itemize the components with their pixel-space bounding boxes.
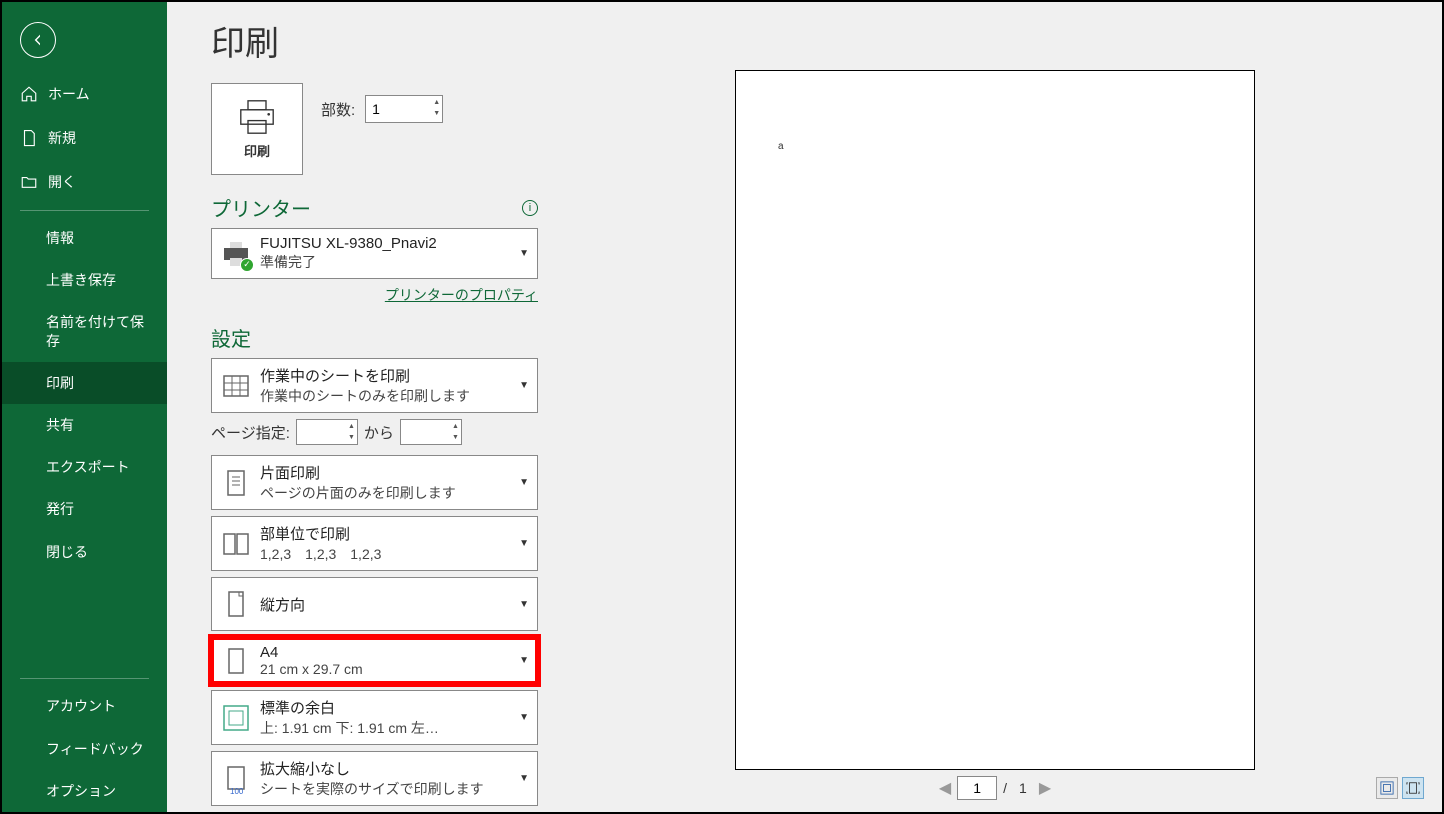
- settings-section-title: 設定: [211, 323, 251, 352]
- chevron-down-icon: ▼: [519, 248, 529, 259]
- print-button[interactable]: 印刷: [211, 83, 303, 175]
- sidebar-item-options[interactable]: オプション: [2, 770, 167, 812]
- zoom-page-icon: [1406, 781, 1420, 795]
- spinner-down-icon[interactable]: ▼: [348, 432, 355, 443]
- sidebar-divider: [20, 210, 149, 211]
- spinner-up-icon[interactable]: ▲: [348, 421, 355, 432]
- home-icon: [20, 85, 38, 103]
- copies-spinner[interactable]: ▲▼: [365, 95, 443, 123]
- sidebar-item-label: ホーム: [48, 84, 90, 104]
- back-arrow-icon: [30, 32, 46, 48]
- printer-dropdown[interactable]: FUJITSU XL-9380_Pnavi2 準備完了 ▼: [211, 228, 538, 279]
- page-range-label: ページ指定:: [211, 422, 290, 443]
- scaling-dropdown[interactable]: 100 拡大縮小なし シートを実際のサイズで印刷します ▼: [211, 751, 538, 806]
- copies-label: 部数:: [321, 99, 355, 120]
- page-range-separator: から: [364, 422, 394, 443]
- sidebar-item-feedback[interactable]: フィードバック: [2, 728, 167, 770]
- margins-dropdown[interactable]: 標準の余白 上: 1.91 cm 下: 1.91 cm 左… ▼: [211, 690, 538, 745]
- sidebar-item-new[interactable]: 新規: [2, 116, 167, 160]
- zoom-to-page-button[interactable]: [1402, 777, 1424, 799]
- chevron-down-icon: ▼: [519, 538, 529, 549]
- sidebar-item-label: 開く: [48, 172, 76, 192]
- sidebar-item-info[interactable]: 情報: [2, 217, 167, 259]
- page-from-spinner[interactable]: ▲▼: [296, 419, 358, 445]
- chevron-down-icon: ▼: [519, 655, 529, 666]
- printer-section-title: プリンター: [211, 193, 311, 222]
- sidebar-item-label: 新規: [48, 128, 76, 148]
- print-settings-panel: 印刷 印刷 部数: ▲▼: [167, 2, 562, 812]
- chevron-down-icon: ▼: [519, 477, 529, 488]
- spinner-up-icon[interactable]: ▲: [433, 97, 440, 108]
- copies-input[interactable]: [366, 101, 426, 117]
- printer-icon: [235, 99, 279, 135]
- svg-text:100: 100: [230, 787, 244, 795]
- sidebar-divider: [20, 678, 149, 679]
- margins-icon: [220, 702, 252, 734]
- chevron-down-icon: ▼: [519, 773, 529, 784]
- sidebar-item-save[interactable]: 上書き保存: [2, 259, 167, 301]
- printer-name: FUJITSU XL-9380_Pnavi2: [260, 235, 515, 252]
- print-button-label: 印刷: [244, 141, 270, 160]
- next-page-button[interactable]: ▶: [1033, 778, 1057, 798]
- backstage-sidebar: ホーム 新規 開く 情報 上書き保存 名前を付けて保存 印刷 共有 エクスポート…: [2, 2, 167, 812]
- collation-dropdown[interactable]: 部単位で印刷 1,2,3 1,2,3 1,2,3 ▼: [211, 516, 538, 571]
- sidebar-item-close[interactable]: 閉じる: [2, 531, 167, 573]
- info-icon[interactable]: i: [522, 200, 538, 216]
- chevron-down-icon: ▼: [519, 712, 529, 723]
- portrait-icon: [220, 588, 252, 620]
- sidebar-item-share[interactable]: 共有: [2, 404, 167, 446]
- one-sided-icon: [220, 467, 252, 499]
- sidebar-item-open[interactable]: 開く: [2, 160, 167, 204]
- show-margins-button[interactable]: [1376, 777, 1398, 799]
- sidebar-item-print[interactable]: 印刷: [2, 362, 167, 404]
- paper-icon: [220, 645, 252, 677]
- sidebar-item-account[interactable]: アカウント: [2, 685, 167, 727]
- open-folder-icon: [20, 173, 38, 191]
- spinner-down-icon[interactable]: ▼: [433, 108, 440, 119]
- page-separator: /: [997, 780, 1013, 796]
- margins-tool-icon: [1380, 781, 1394, 795]
- page-to-spinner[interactable]: ▲▼: [400, 419, 462, 445]
- chevron-down-icon: ▼: [519, 380, 529, 391]
- printer-properties-link[interactable]: プリンターのプロパティ: [385, 287, 538, 303]
- preview-page: a: [735, 70, 1255, 770]
- sheets-icon: [220, 370, 252, 402]
- chevron-down-icon: ▼: [519, 599, 529, 610]
- back-button[interactable]: [20, 22, 56, 58]
- prev-page-button[interactable]: ◀: [933, 778, 957, 798]
- scaling-icon: 100: [220, 763, 252, 795]
- spinner-up-icon[interactable]: ▲: [452, 421, 459, 432]
- current-page-input[interactable]: [957, 776, 997, 800]
- print-what-dropdown[interactable]: 作業中のシートを印刷 作業中のシートのみを印刷します ▼: [211, 358, 538, 413]
- sidebar-item-export[interactable]: エクスポート: [2, 446, 167, 488]
- sidebar-item-home[interactable]: ホーム: [2, 72, 167, 116]
- preview-content: a: [778, 141, 784, 152]
- page-title: 印刷: [211, 16, 538, 65]
- sidebar-item-saveas[interactable]: 名前を付けて保存: [2, 301, 167, 361]
- sidebar-item-publish[interactable]: 発行: [2, 488, 167, 530]
- paper-size-dropdown[interactable]: A4 21 cm x 29.7 cm ▼: [211, 637, 538, 684]
- sides-dropdown[interactable]: 片面印刷 ページの片面のみを印刷します ▼: [211, 455, 538, 510]
- orientation-dropdown[interactable]: 縦方向 ▼: [211, 577, 538, 631]
- print-preview-panel: a ◀ / 1 ▶: [562, 2, 1442, 812]
- collated-icon: [220, 528, 252, 560]
- spinner-down-icon[interactable]: ▼: [452, 432, 459, 443]
- total-pages: 1: [1013, 780, 1033, 796]
- selected-printer-icon: [220, 238, 252, 270]
- new-file-icon: [20, 129, 38, 147]
- printer-status-ok-icon: [240, 258, 254, 272]
- printer-status: 準備完了: [260, 252, 515, 272]
